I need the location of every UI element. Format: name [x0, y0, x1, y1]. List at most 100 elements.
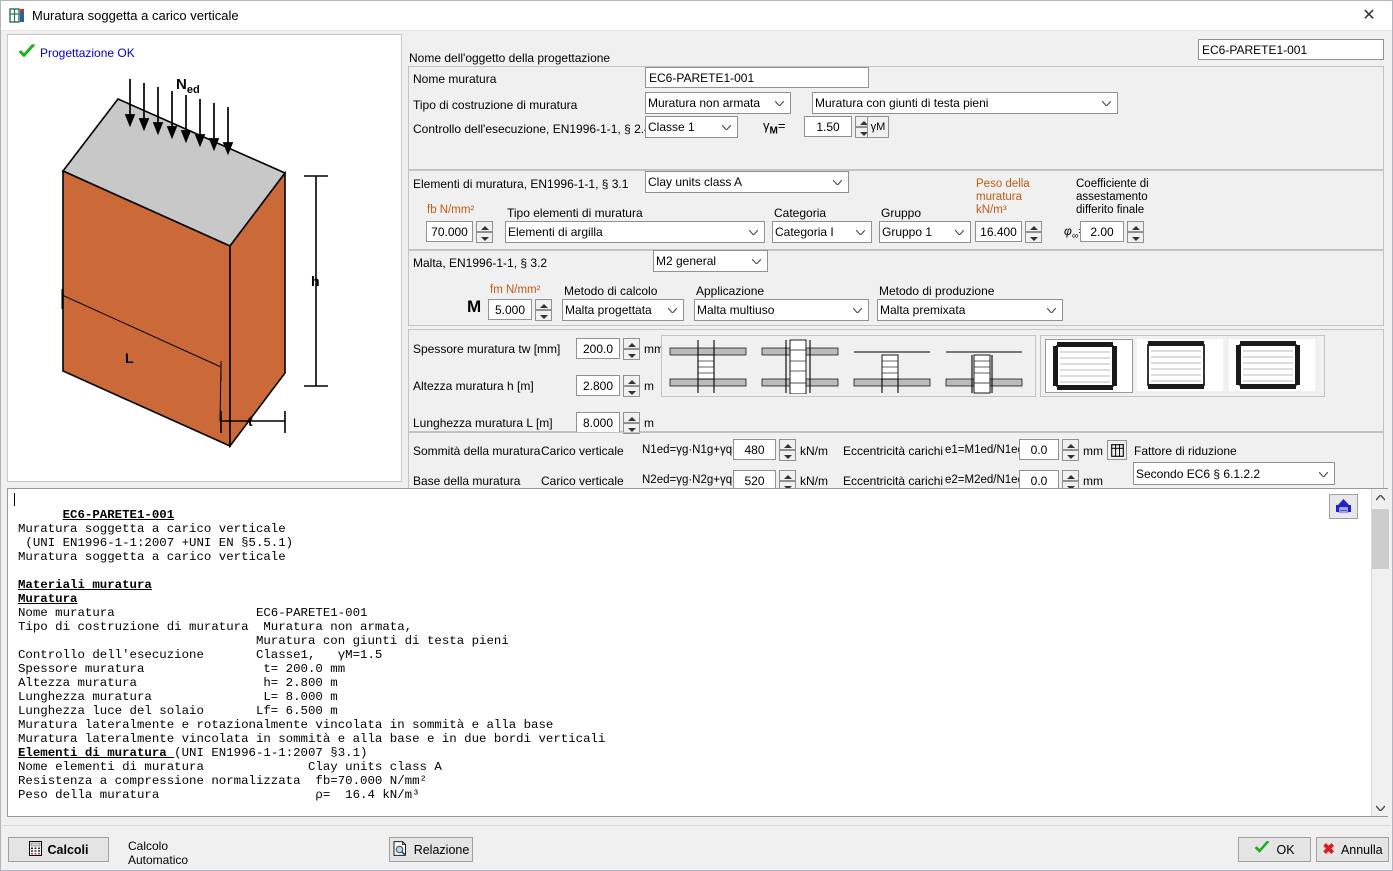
table-grid-icon[interactable]: [1107, 440, 1127, 460]
gamma-m-input[interactable]: [804, 116, 852, 137]
spinner-down[interactable]: [623, 349, 640, 360]
spinner-down[interactable]: [1025, 232, 1042, 243]
e2-unit: mm: [1083, 474, 1103, 488]
execution-class-select[interactable]: Classe 1: [645, 116, 738, 138]
plan-icon-panel: [1040, 335, 1325, 397]
chevron-down-icon[interactable]: [1372, 799, 1389, 816]
chevron-up-icon[interactable]: [1372, 489, 1389, 506]
relazione-button[interactable]: Relazione: [389, 837, 473, 862]
text-caret: [14, 493, 15, 506]
footer-bar: Calcoli Calcolo Automatico Relazione OK: [2, 825, 1391, 870]
spinner-up[interactable]: [779, 439, 796, 450]
mortar-symbol: M: [467, 297, 482, 316]
height-input[interactable]: [576, 375, 620, 396]
spinner-up[interactable]: [623, 375, 640, 386]
length-label: Lunghezza muratura L [m]: [413, 416, 553, 430]
thickness-input[interactable]: [576, 338, 620, 359]
report-line2-0: Nome elementi di muratura Clay units cla…: [18, 760, 442, 774]
annulla-button[interactable]: ✖ Annulla: [1316, 837, 1389, 862]
height-spinner[interactable]: [623, 375, 640, 397]
e1-input[interactable]: [1019, 439, 1059, 460]
unit-type-select[interactable]: Elementi di argilla: [505, 221, 765, 243]
top-ecc-label: Eccentricità carichi: [843, 444, 944, 458]
group-select[interactable]: Gruppo 1: [879, 221, 971, 243]
restraint-option-2[interactable]: [758, 339, 847, 395]
plan-option-3[interactable]: [1229, 339, 1317, 393]
dialog-window: Muratura soggetta a carico verticale ✕ P…: [0, 0, 1393, 871]
svg-text:h: h: [311, 273, 320, 289]
fm-spinner[interactable]: [535, 299, 552, 321]
n1-input[interactable]: [733, 439, 776, 460]
unit-preset-select[interactable]: Clay units class A: [645, 171, 849, 193]
calc-method-select[interactable]: Malta progettata: [562, 299, 684, 321]
print-icon[interactable]: [1329, 494, 1358, 519]
length-spinner[interactable]: [623, 412, 640, 434]
reduction-select[interactable]: Secondo EC6 § 6.1.2.2: [1133, 462, 1335, 485]
n1-spinner[interactable]: [779, 439, 796, 461]
spinner-down[interactable]: [1062, 450, 1079, 461]
category-select[interactable]: Categoria I: [772, 221, 872, 243]
plan-option-2[interactable]: [1137, 339, 1225, 393]
creep-input[interactable]: [1080, 221, 1124, 242]
spinner-up[interactable]: [779, 470, 796, 481]
object-name-input[interactable]: [1198, 39, 1384, 60]
wall-diagram: Ned h L t: [61, 76, 328, 449]
report-panel[interactable]: EC6-PARETE1-001 Muratura soggetta a cari…: [7, 488, 1388, 817]
thickness-spinner[interactable]: [623, 338, 640, 360]
fb-label: fb N/mm²: [427, 204, 475, 216]
length-input[interactable]: [576, 412, 620, 433]
spinner-up[interactable]: [1025, 221, 1042, 232]
weight-label-3: kN/m³: [976, 204, 1007, 216]
mortar-preset-select[interactable]: M2 general: [653, 250, 768, 272]
report-title: EC6-PARETE1-001: [62, 508, 175, 522]
calcoli-button[interactable]: Calcoli: [8, 837, 109, 862]
spinner-up[interactable]: [1062, 439, 1079, 450]
svg-text:t: t: [248, 413, 253, 429]
spinner-down[interactable]: [623, 386, 640, 397]
report-line-8: Muratura lateralmente e rotazionalmente …: [18, 718, 554, 732]
execution-control-label: Controllo dell'esecuzione, EN1996-1-1, §…: [413, 122, 661, 136]
spinner-down[interactable]: [535, 310, 552, 321]
spinner-up[interactable]: [623, 412, 640, 423]
report-scrollbar[interactable]: [1371, 489, 1389, 816]
creep-label-3: differito finale: [1076, 204, 1145, 216]
fm-input[interactable]: [488, 299, 532, 320]
fb-input[interactable]: [426, 221, 473, 242]
height-unit: m: [644, 379, 654, 393]
fb-spinner[interactable]: [476, 221, 493, 243]
report-line2-1: Resistenza a compressione normalizzata f…: [18, 774, 427, 788]
close-button[interactable]: ✕: [1346, 1, 1392, 31]
report-line-3: Controllo dell'esecuzione Classe1, γM=1.…: [18, 648, 383, 662]
e1-spinner[interactable]: [1062, 439, 1079, 461]
report-line-5: Altezza muratura h= 2.800 m: [18, 676, 338, 690]
report-line2-2: Peso della muratura ρ= 16.4 kN/m³: [18, 788, 420, 802]
spinner-up[interactable]: [623, 338, 640, 349]
spinner-down[interactable]: [476, 232, 493, 243]
wall-name-input[interactable]: [645, 67, 869, 88]
calcoli-label: Calcoli: [47, 842, 89, 857]
green-check-icon: [1254, 841, 1270, 858]
gamma-m-button[interactable]: γM: [867, 116, 889, 138]
restraint-option-1[interactable]: [666, 339, 755, 394]
creep-spinner[interactable]: [1127, 221, 1144, 243]
title-bar: Muratura soggetta a carico verticale ✕: [1, 1, 1392, 31]
restraint-option-3[interactable]: [850, 339, 939, 394]
spinner-down[interactable]: [1127, 232, 1144, 243]
application-select[interactable]: Malta multiuso: [694, 299, 869, 321]
joint-type-select[interactable]: Muratura con giunti di testa pieni: [812, 92, 1118, 114]
spinner-up[interactable]: [1062, 470, 1079, 481]
construction-type-select[interactable]: Muratura non armata: [645, 92, 791, 114]
wall-definition-group: [408, 66, 1384, 170]
scrollbar-thumb[interactable]: [1372, 509, 1389, 569]
production-select[interactable]: Malta premixata: [877, 299, 1063, 321]
restraint-option-4[interactable]: [942, 339, 1031, 394]
spinner-up[interactable]: [1127, 221, 1144, 232]
spinner-up[interactable]: [535, 299, 552, 310]
weight-spinner[interactable]: [1025, 221, 1042, 243]
weight-input[interactable]: [975, 221, 1022, 242]
spinner-down[interactable]: [779, 450, 796, 461]
plan-option-1[interactable]: [1045, 339, 1133, 393]
unit-type-label: Tipo elementi di muratura: [507, 206, 643, 220]
ok-button[interactable]: OK: [1238, 837, 1311, 862]
spinner-up[interactable]: [476, 221, 493, 232]
